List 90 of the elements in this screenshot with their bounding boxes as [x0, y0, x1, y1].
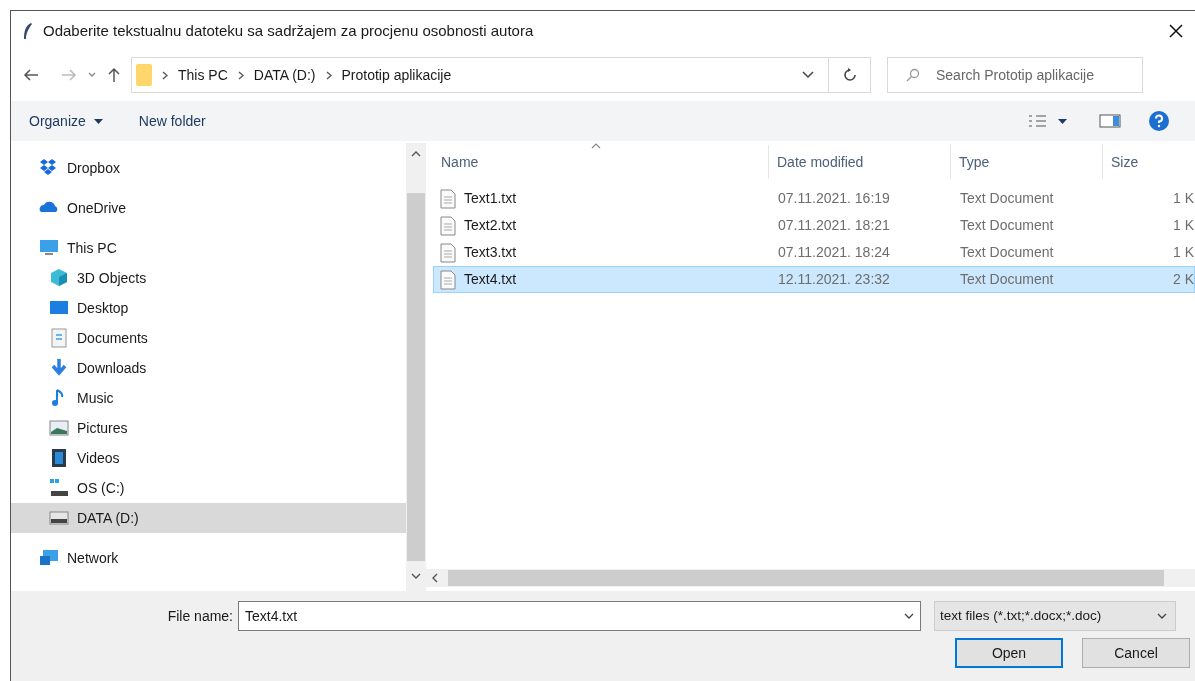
caret-icon [93, 118, 103, 124]
file-row[interactable]: Text2.txt 07.11.2021. 18:21 Text Document 1 K [433, 212, 1195, 239]
sidebar-item[interactable]: Music [11, 383, 406, 413]
toolbar-button[interactable]: New folder [134, 107, 210, 135]
up-arrow-icon[interactable] [107, 67, 121, 83]
file-name: Text2.txt [464, 216, 517, 235]
sidebar-item[interactable]: Videos [11, 443, 406, 473]
chevron-right-icon [237, 70, 244, 80]
chevron-right-icon [162, 70, 168, 80]
caret-icon [1058, 118, 1067, 124]
type-cell-text: Text Document [959, 243, 1055, 262]
chevron-down-icon[interactable] [802, 71, 814, 79]
drive-icon [49, 508, 69, 528]
scroll-thumb[interactable] [448, 570, 1164, 586]
file-name: Text4.txt [464, 270, 517, 289]
cancel-button[interactable]: Cancel [1082, 638, 1190, 668]
back-arrow-icon[interactable] [23, 68, 39, 82]
search-icon [906, 68, 920, 82]
file-name: Text1.txt [464, 189, 517, 208]
size-cell-text: 1 K [1172, 243, 1194, 262]
text-file-icon [440, 215, 456, 236]
sidebar-item[interactable]: This PC [11, 233, 406, 263]
horizontal-scrollbar[interactable] [426, 569, 1195, 587]
text-file-icon [440, 188, 456, 209]
column-header[interactable]: Size [1103, 145, 1193, 179]
column-header[interactable]: Name [433, 145, 769, 179]
network-icon [39, 548, 59, 568]
file-name-combo-box[interactable]: Text4.txt [238, 601, 921, 631]
feather-icon [23, 23, 33, 39]
date-cell-text: 07.11.2021. 16:19 [777, 189, 891, 208]
help-icon[interactable] [1149, 111, 1169, 131]
film-icon [49, 448, 69, 468]
size-cell-text: 1 K [1172, 189, 1194, 208]
folder-icon [136, 64, 152, 86]
cube-icon [49, 268, 69, 288]
text-file-icon [440, 242, 456, 263]
date-cell-text: 07.11.2021. 18:24 [777, 243, 891, 262]
file-row[interactable]: Text3.txt 07.11.2021. 18:24 Text Document 1 K [433, 239, 1195, 266]
list-view-icon [1028, 114, 1048, 128]
drive-icon [49, 478, 69, 498]
breadcrumb-item[interactable]: DATA (D:) [253, 64, 316, 86]
sidebar-item[interactable]: Pictures [11, 413, 406, 443]
window-title: Odaberite tekstualnu datoteku sa sadržajem za procjenu osobnosti autora [43, 20, 535, 41]
type-cell-text: Text Document [959, 270, 1055, 289]
preview-pane-icon[interactable] [1099, 114, 1121, 128]
date-cell-text: 12.11.2021. 23:32 [777, 270, 891, 289]
file-name-field[interactable]: Text4.txt [245, 605, 904, 627]
type-cell-text: Text Document [959, 216, 1055, 235]
scroll-up-icon[interactable] [411, 151, 421, 157]
download-arrow-icon [49, 358, 69, 378]
breadcrumb-item[interactable]: Prototip aplikacije [341, 64, 452, 86]
sidebar-item[interactable]: 3D Objects [11, 263, 406, 293]
file-type-dropdown[interactable]: text files (*.txt;*.docx;*.doc) [934, 601, 1176, 631]
organize-menu-button[interactable]: Organize [25, 107, 107, 135]
file-row[interactable]: Text1.txt 07.11.2021. 16:19 Text Document 1 K [433, 185, 1195, 212]
chevron-right-icon [325, 70, 332, 80]
open-button[interactable]: Open [955, 638, 1063, 668]
sidebar-item[interactable]: Desktop [11, 293, 406, 323]
sidebar-item[interactable]: Documents [11, 323, 406, 353]
size-cell-text: 2 K [1172, 270, 1194, 289]
file-name: Text3.txt [464, 243, 517, 262]
computer-icon [39, 238, 59, 258]
scroll-thumb[interactable] [407, 193, 425, 561]
sidebar-item[interactable]: Dropbox [11, 153, 406, 183]
column-header[interactable]: Type [951, 145, 1103, 179]
refresh-icon[interactable] [842, 68, 857, 82]
scroll-down-icon[interactable] [411, 573, 421, 579]
field-label: File name: [166, 606, 234, 626]
close-icon[interactable] [1169, 24, 1183, 38]
scrollbar[interactable] [406, 143, 426, 591]
size-cell-text: 1 K [1172, 216, 1194, 235]
column-header[interactable]: Date modified [769, 145, 951, 179]
sidebar-item[interactable]: DATA (D:) [11, 503, 406, 533]
chevron-down-icon [1157, 613, 1167, 619]
search-box[interactable]: Search Prototip aplikacije [887, 57, 1143, 93]
chevron-down-icon[interactable] [904, 613, 914, 619]
file-row[interactable]: Text4.txt 12.11.2021. 23:32 Text Document 2 K [433, 266, 1195, 293]
document-icon [49, 328, 69, 348]
type-cell-text: Text Document [959, 189, 1055, 208]
picture-icon [49, 418, 69, 438]
scroll-left-icon[interactable] [432, 573, 438, 583]
sidebar-item[interactable]: Downloads [11, 353, 406, 383]
text-file-icon [440, 269, 456, 290]
breadcrumb-item[interactable]: This PC [178, 64, 228, 86]
address-bar[interactable]: This PC DATA (D:) Prototip aplikacije [131, 57, 871, 93]
sidebar-item[interactable]: OS (C:) [11, 473, 406, 503]
sidebar-item[interactable]: OneDrive [11, 193, 406, 223]
search-field[interactable]: Search Prototip aplikacije [936, 64, 1142, 86]
date-cell-text: 07.11.2021. 18:21 [777, 216, 891, 235]
sidebar-item[interactable]: Network [11, 543, 406, 573]
